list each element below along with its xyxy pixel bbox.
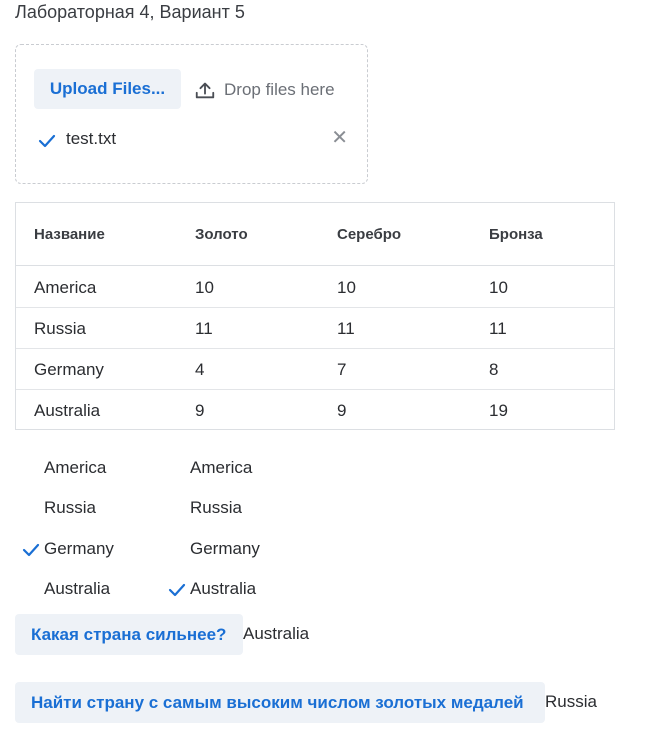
table-row[interactable]: Germany 4 7 8 [16, 349, 614, 390]
table-row[interactable]: Russia 11 11 11 [16, 308, 614, 349]
drop-files-label: Drop files here [224, 80, 335, 99]
left-option-label: Germany [44, 539, 114, 558]
table-cell: Russia [34, 319, 86, 338]
check-icon [22, 543, 40, 557]
max-gold-result: Russia [545, 692, 597, 711]
file-name: test.txt [66, 129, 117, 148]
right-option-germany[interactable]: Germany [190, 539, 260, 559]
column-header-name[interactable]: Название [34, 226, 105, 243]
column-header-gold[interactable]: Золото [195, 226, 248, 243]
right-option-australia[interactable]: Australia [168, 579, 257, 599]
check-icon [38, 134, 56, 148]
table-cell: 4 [195, 360, 205, 379]
drop-area[interactable]: Drop files here [194, 79, 335, 101]
table-cell: Australia [34, 401, 101, 420]
table-cell: 10 [195, 278, 214, 297]
upload-icon [195, 82, 215, 99]
table-cell: 9 [337, 401, 347, 420]
left-option-australia[interactable]: Australia [44, 579, 110, 599]
table-cell: 11 [489, 319, 507, 338]
table-cell: 11 [195, 319, 213, 338]
upload-files-button[interactable]: Upload Files... [34, 69, 181, 109]
compare-result: Australia [243, 624, 310, 643]
uploaded-file-row: test.txt ✕ [38, 128, 348, 151]
table-cell: 11 [337, 319, 355, 338]
left-option-america[interactable]: America [44, 458, 106, 478]
page-title: Лабораторная 4, Вариант 5 [15, 2, 245, 22]
table-header: Название Золото Серебро Бронза [16, 203, 614, 266]
table-cell: 10 [489, 278, 508, 297]
table-cell: Germany [34, 360, 104, 379]
column-header-bronze[interactable]: Бронза [489, 226, 543, 243]
table-cell: 10 [337, 278, 356, 297]
right-option-russia[interactable]: Russia [190, 498, 242, 518]
left-option-russia[interactable]: Russia [44, 498, 96, 518]
table-cell: 7 [337, 360, 347, 379]
table-cell: 8 [489, 360, 499, 379]
find-max-gold-button[interactable]: Найти страну с самым высоким числом золо… [15, 682, 545, 723]
column-header-silver[interactable]: Серебро [337, 226, 401, 243]
left-option-germany[interactable]: Germany [22, 539, 114, 559]
right-option-america[interactable]: America [190, 458, 252, 478]
medals-table: Название Золото Серебро Бронза America 1… [15, 202, 615, 430]
table-row[interactable]: America 10 10 10 [16, 267, 614, 308]
table-cell: America [34, 278, 97, 297]
compare-countries-button[interactable]: Какая страна сильнее? [15, 614, 243, 655]
check-icon [168, 583, 186, 597]
right-option-label: Australia [190, 579, 257, 598]
table-row[interactable]: Australia 9 9 19 [16, 390, 614, 431]
table-cell: 19 [489, 401, 508, 420]
table-cell: 9 [195, 401, 205, 420]
file-upload-dropzone[interactable]: Upload Files... Drop files here test.txt… [15, 44, 368, 184]
close-icon[interactable]: ✕ [331, 128, 348, 148]
